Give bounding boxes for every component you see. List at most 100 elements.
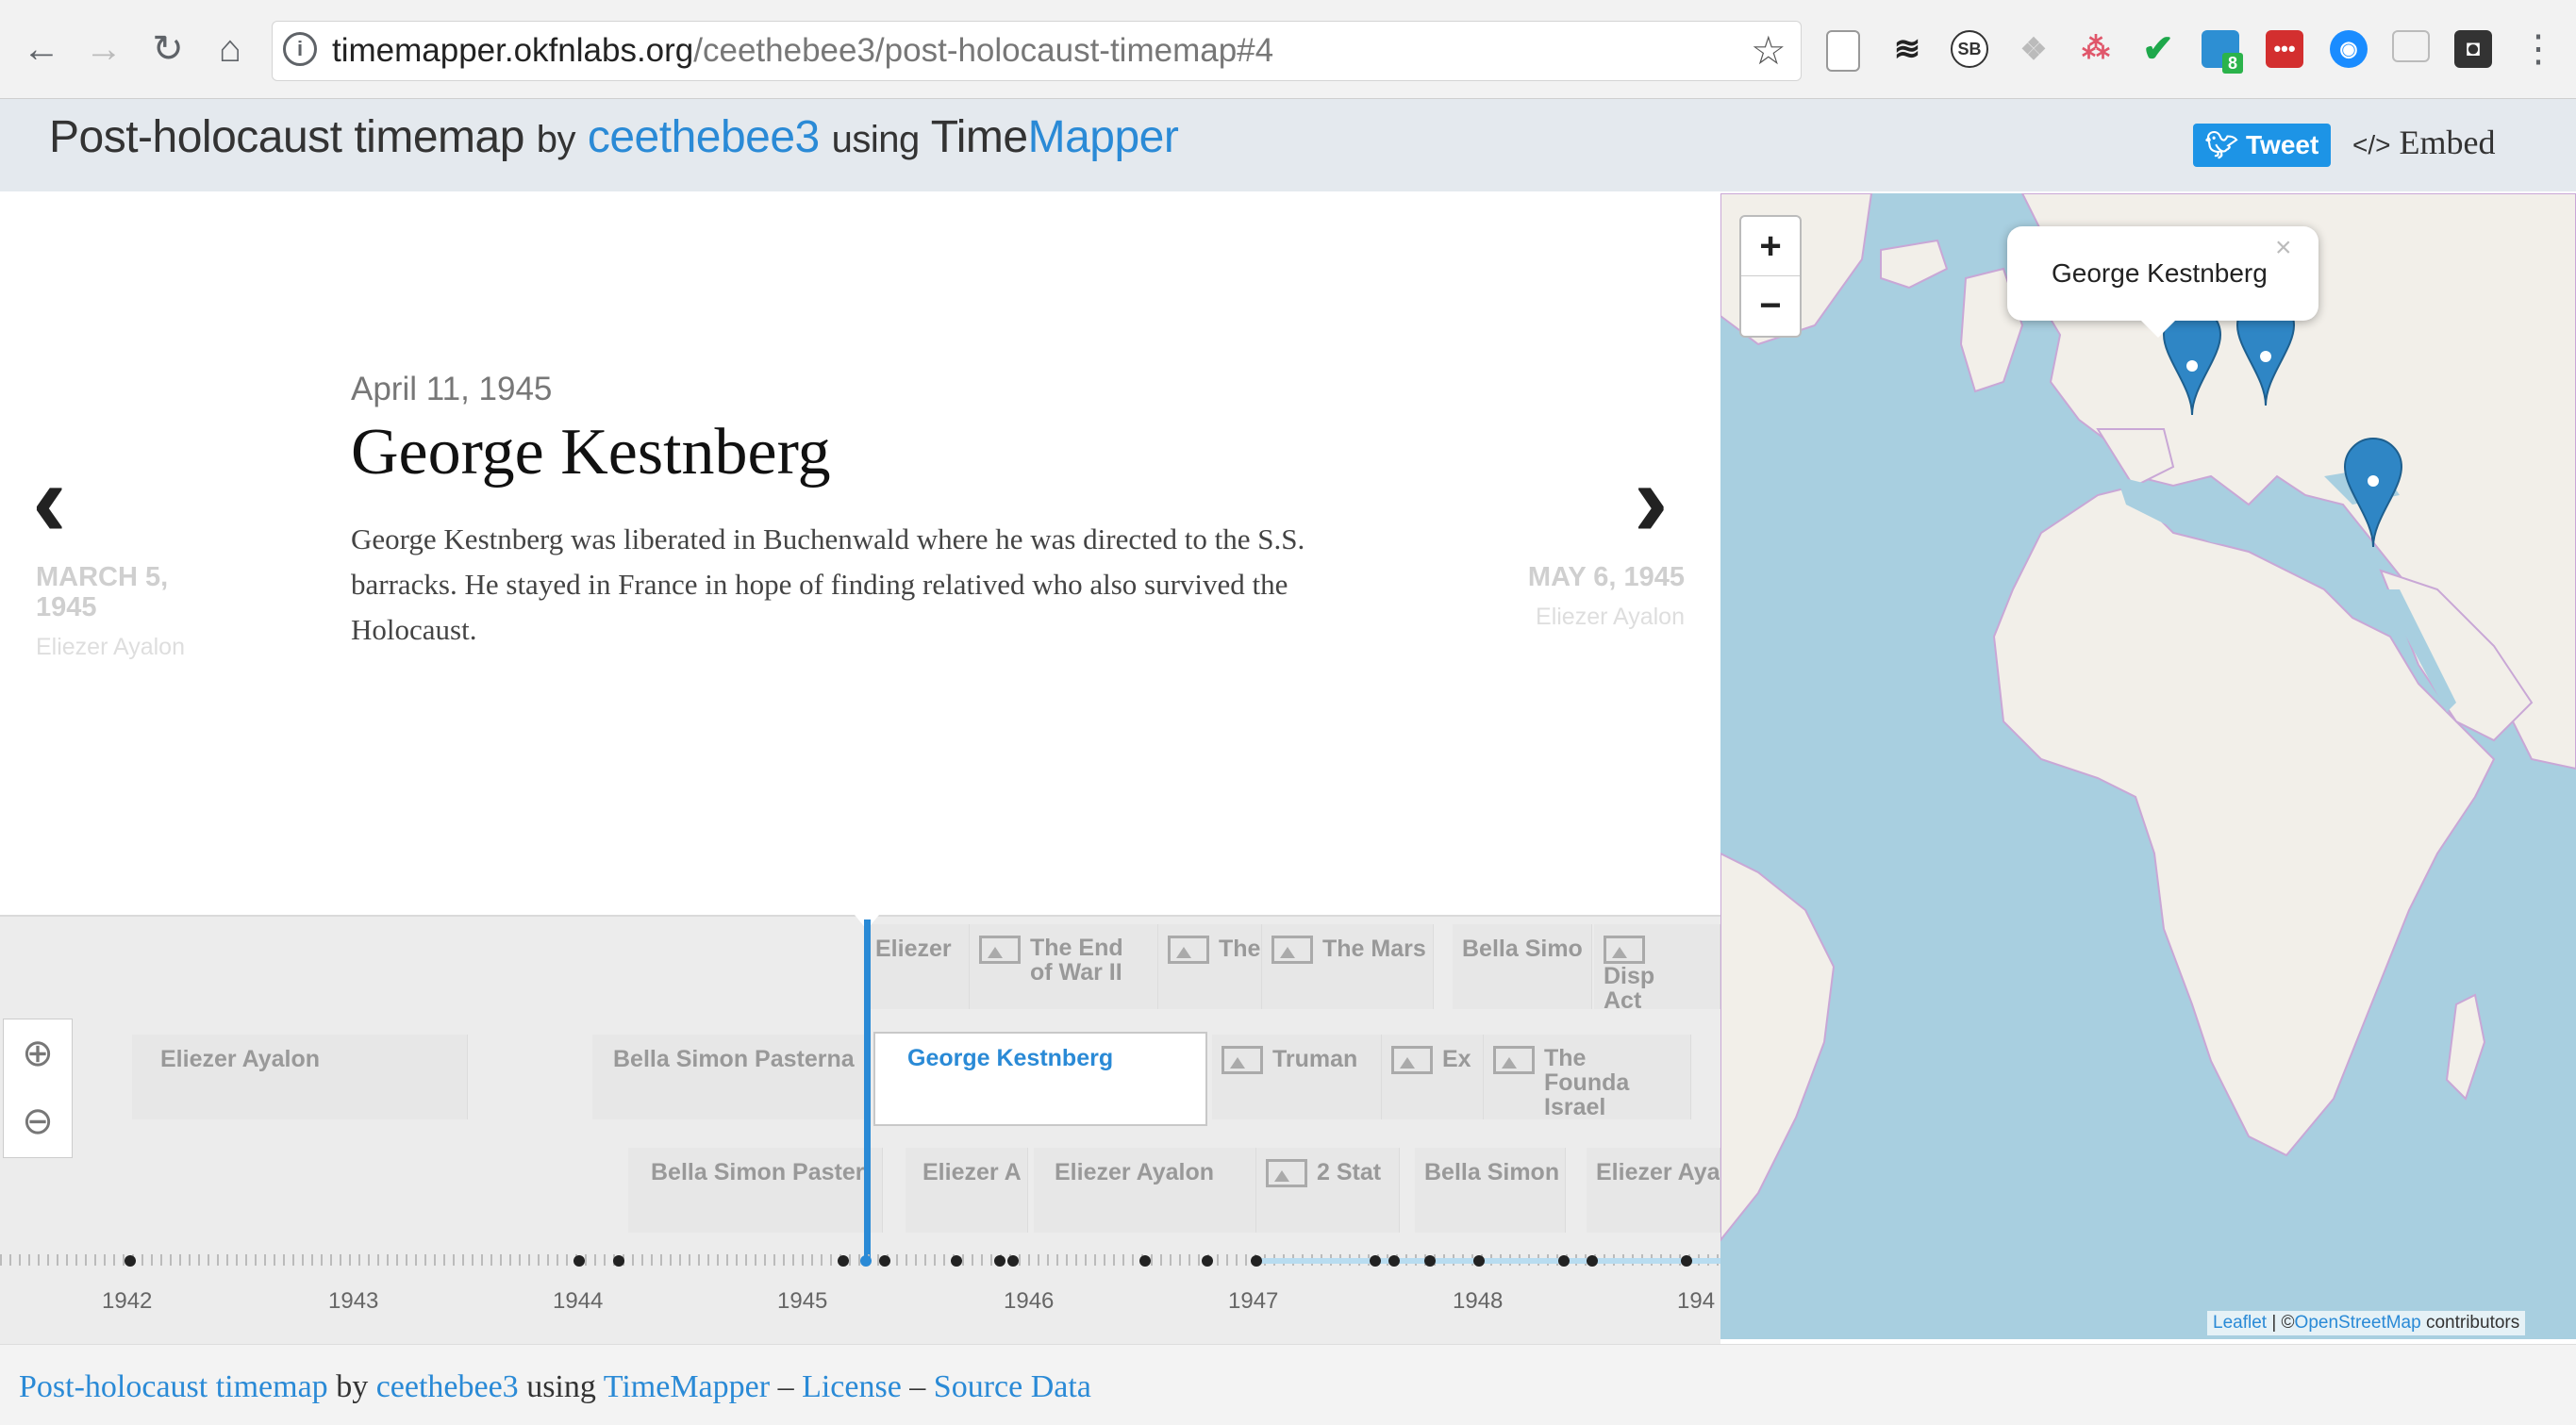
- timeline-dot[interactable]: [994, 1255, 1005, 1267]
- footer-by: by: [336, 1369, 369, 1404]
- prev-event-date[interactable]: MARCH 5, 1945: [36, 562, 224, 622]
- timeline-item[interactable]: The End of War II: [970, 924, 1158, 1009]
- year-label: 1943: [328, 1288, 379, 1314]
- timeline-item[interactable]: Truman: [1212, 1035, 1382, 1119]
- year-label: 1942: [102, 1288, 153, 1314]
- timeline-item[interactable]: Eliezer Aya: [1587, 1148, 1720, 1233]
- footer-source-link[interactable]: Source Data: [934, 1369, 1091, 1404]
- timeline-dot[interactable]: [613, 1255, 624, 1267]
- timeline-dot[interactable]: [1681, 1255, 1692, 1267]
- timeline-dot[interactable]: [573, 1255, 585, 1267]
- extension-badge-icon[interactable]: 8: [2202, 30, 2243, 74]
- page-icon[interactable]: [1826, 30, 1860, 72]
- timeline-item[interactable]: Bella Simo: [1453, 924, 1592, 1009]
- timeline-dot[interactable]: [951, 1255, 962, 1267]
- more-extension-icon[interactable]: •••: [2266, 30, 2303, 68]
- image-icon: [1493, 1046, 1535, 1074]
- timeline-item[interactable]: The: [1158, 924, 1262, 1009]
- timeline-range-highlight: [1255, 1258, 1720, 1264]
- timeline-dot[interactable]: [1424, 1255, 1436, 1267]
- timeline-item[interactable]: Eliezer: [866, 924, 970, 1009]
- map-zoom-in-button[interactable]: +: [1741, 217, 1800, 276]
- zoom-extension-icon[interactable]: ◉: [2330, 30, 2368, 68]
- asana-icon[interactable]: ⁂: [2077, 30, 2115, 68]
- timeline-item[interactable]: 2 Stat: [1256, 1148, 1400, 1233]
- prev-arrow-icon[interactable]: ‹: [32, 449, 67, 553]
- timeline-dot[interactable]: [1202, 1255, 1213, 1267]
- attribution-separator: | ©: [2271, 1313, 2295, 1333]
- url-text[interactable]: timemapper.okfnlabs.org/ceethebee3/post-…: [332, 32, 1273, 70]
- timeline-item-label: 2 Stat: [1317, 1159, 1382, 1185]
- timeline-dot[interactable]: [1251, 1255, 1262, 1267]
- footer-dash: –: [777, 1369, 794, 1404]
- image-icon: [1604, 936, 1645, 964]
- map-popup-title: George Kestnberg: [2052, 258, 2268, 288]
- timeline-dot[interactable]: [125, 1255, 136, 1267]
- keep-icon[interactable]: ◘: [2454, 30, 2492, 68]
- image-icon: [1168, 936, 1209, 964]
- timeline-item-label: Bella Simon Pasterna: [613, 1046, 855, 1072]
- footer-title-link[interactable]: Post-holocaust timemap: [19, 1369, 328, 1404]
- url-path: /ceethebee3/post-holocaust-timemap#4: [693, 32, 1274, 69]
- zoom-in-magnifier-icon[interactable]: ⊕: [4, 1019, 72, 1087]
- timeline-item[interactable]: Bella Simon Paster: [628, 1148, 883, 1233]
- timeline-dot[interactable]: [1473, 1255, 1485, 1267]
- layers-icon[interactable]: ≋: [1888, 30, 1926, 68]
- timeline-dot[interactable]: [1139, 1255, 1151, 1267]
- footer-license-link[interactable]: License: [802, 1369, 902, 1404]
- timeline-dot[interactable]: [838, 1255, 849, 1267]
- brand-link[interactable]: TimeMapper: [931, 112, 1179, 162]
- timeline-item[interactable]: Ex: [1382, 1035, 1484, 1119]
- timeline-item-active[interactable]: George Kestnberg: [873, 1032, 1207, 1126]
- dropbox-icon[interactable]: ❖: [2015, 30, 2052, 68]
- extension-badge-count: 8: [2222, 53, 2243, 74]
- world-map: [1720, 193, 2576, 1242]
- timemap-title: Post-holocaust timemap: [49, 112, 524, 162]
- screen-icon[interactable]: [2392, 30, 2430, 62]
- footer-user-link[interactable]: ceethebee3: [376, 1369, 519, 1404]
- map-panel[interactable]: [1720, 193, 2576, 1339]
- timeline-dot[interactable]: [1007, 1255, 1019, 1267]
- code-icon: </>: [2352, 130, 2391, 159]
- year-label: 1944: [553, 1288, 604, 1314]
- timeline-item[interactable]: The Mars: [1262, 924, 1434, 1009]
- land-iceland: [1880, 239, 1949, 290]
- timeline-item[interactable]: Disp Act: [1594, 924, 1720, 1009]
- back-arrow-icon[interactable]: ←: [17, 25, 66, 74]
- footer-dash: –: [909, 1369, 926, 1404]
- timeline-item[interactable]: Eliezer A: [906, 1148, 1028, 1233]
- tweet-button[interactable]: 🐦︎ Tweet: [2193, 124, 2331, 167]
- osm-link[interactable]: OpenStreetMap: [2295, 1313, 2421, 1333]
- bookmark-star-icon[interactable]: ☆: [1751, 28, 1787, 74]
- timeline-item-label: Eliezer: [875, 936, 952, 962]
- sb-extension-icon[interactable]: SB: [1951, 30, 1988, 68]
- timeline-dot-active[interactable]: [860, 1255, 872, 1267]
- timeline-dot[interactable]: [1558, 1255, 1570, 1267]
- info-icon[interactable]: i: [283, 32, 317, 66]
- timeline-item[interactable]: Eliezer Ayalon: [132, 1035, 468, 1119]
- map-zoom-out-button[interactable]: −: [1741, 276, 1800, 335]
- popup-close-icon[interactable]: ×: [2275, 232, 2292, 264]
- checkmark-icon[interactable]: ✔: [2139, 30, 2177, 68]
- timeline-dot[interactable]: [1388, 1255, 1400, 1267]
- leaflet-link[interactable]: Leaflet: [2213, 1313, 2267, 1333]
- next-event-date[interactable]: MAY 6, 1945: [1471, 562, 1685, 592]
- timeline-item[interactable]: Bella Simon: [1415, 1148, 1566, 1233]
- next-arrow-icon[interactable]: ›: [1634, 449, 1669, 553]
- forward-arrow-icon[interactable]: →: [79, 25, 128, 74]
- timeline-item[interactable]: The Founda Israel: [1484, 1035, 1691, 1119]
- timeline-item-label: Ex: [1442, 1046, 1471, 1072]
- timeline-dot[interactable]: [879, 1255, 890, 1267]
- timeline-dot[interactable]: [1587, 1255, 1598, 1267]
- zoom-out-magnifier-icon[interactable]: ⊖: [4, 1087, 72, 1155]
- user-link[interactable]: ceethebee3: [588, 112, 820, 162]
- reload-icon[interactable]: ↻: [143, 25, 192, 74]
- footer-app-link[interactable]: TimeMapper: [604, 1369, 770, 1404]
- home-icon[interactable]: ⌂: [206, 25, 255, 74]
- timeline-item[interactable]: Eliezer Ayalon: [1034, 1148, 1256, 1233]
- timeline-dot[interactable]: [1370, 1255, 1381, 1267]
- menu-kebab-icon[interactable]: ⋮: [2514, 25, 2563, 74]
- timeline-panel[interactable]: Eliezer The End of War II The The Mars B…: [0, 915, 1720, 1346]
- timeline-item[interactable]: Bella Simon Pasterna: [592, 1035, 866, 1119]
- embed-button[interactable]: </> Embed: [2352, 123, 2495, 162]
